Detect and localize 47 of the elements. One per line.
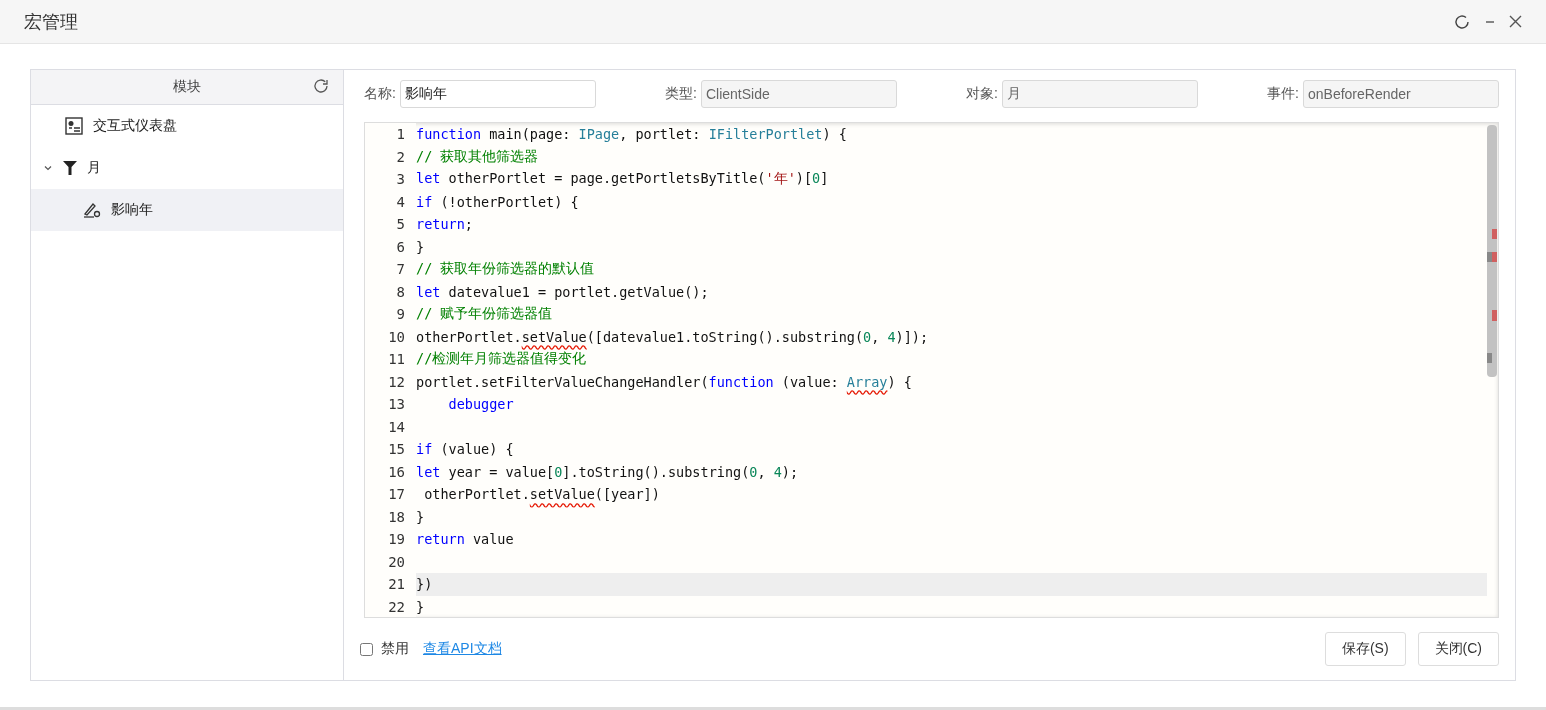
- field-label: 名称:: [364, 85, 396, 103]
- line-number: 22: [365, 595, 416, 617]
- code-line: // 赋予年份筛选器值: [416, 305, 553, 324]
- code-line: let otherPortlet = page.getPortletsByTitle('年')[0]: [416, 170, 829, 189]
- code-line: // 获取其他筛选器: [416, 147, 539, 166]
- code-line: function main(page: IPage, portlet: IFilterPortlet) {: [416, 126, 847, 143]
- tree-item[interactable]: 月: [31, 147, 343, 189]
- pencil-gear-icon: [83, 202, 101, 218]
- code-line: }: [416, 598, 425, 615]
- code-line: if (!otherPortlet) {: [416, 193, 579, 210]
- refresh-icon[interactable]: [1453, 12, 1471, 31]
- code-line: otherPortlet.setValue([year]): [423, 486, 660, 503]
- code-line: let datevalue1 = portlet.getValue();: [416, 283, 709, 300]
- code-line: // 获取年份筛选器的默认值: [416, 260, 595, 279]
- filter-icon: [63, 161, 77, 175]
- scrollbar-drawing[interactable]: [1487, 125, 1497, 377]
- refresh-icon[interactable]: [313, 78, 329, 94]
- tree-item[interactable]: 影响年: [31, 189, 343, 231]
- code-line: otherPortlet.setValue([datevalue1.toString().substring(0, 4)]);: [416, 328, 929, 345]
- window-title: 宏管理: [24, 10, 78, 34]
- field-label: 对象:: [966, 85, 998, 103]
- close-icon[interactable]: [1509, 15, 1522, 28]
- checkbox[interactable]: [360, 642, 373, 656]
- api-docs-link[interactable]: 查看API文档: [423, 640, 502, 658]
- tree-item[interactable]: 交互式仪表盘: [31, 105, 343, 147]
- code-line: let year = value[0].toString().substring(0, 4);: [416, 463, 799, 480]
- field-label: 事件:: [1267, 85, 1299, 103]
- panel-title: 模块: [173, 78, 201, 96]
- code-line: }): [416, 576, 433, 593]
- dashboard-icon: [65, 117, 83, 135]
- field-label: 类型:: [665, 85, 697, 103]
- code-line: if (value) {: [416, 441, 514, 458]
- code-line: portlet.setFilterValueChangeHandler(function (value: Array) {: [416, 373, 912, 390]
- save-button[interactable]: 保存(S): [1324, 632, 1406, 666]
- line-number: 1: [365, 123, 416, 146]
- code-line: return;: [416, 216, 473, 233]
- code-line: }: [416, 508, 425, 525]
- checkbox-label: 禁用: [381, 640, 409, 658]
- code-editor[interactable]: [364, 122, 1499, 618]
- text-field[interactable]: 影响年: [399, 80, 596, 108]
- chevron-icon[interactable]: [43, 163, 53, 173]
- code-line: debugger: [447, 396, 514, 413]
- line-number: 21: [365, 573, 416, 596]
- code-line: return value: [416, 531, 514, 548]
- code-line: }: [416, 238, 425, 255]
- code-line: //检测年月筛选器值得变化: [416, 350, 587, 369]
- close-button[interactable]: 关闭(C): [1417, 632, 1499, 666]
